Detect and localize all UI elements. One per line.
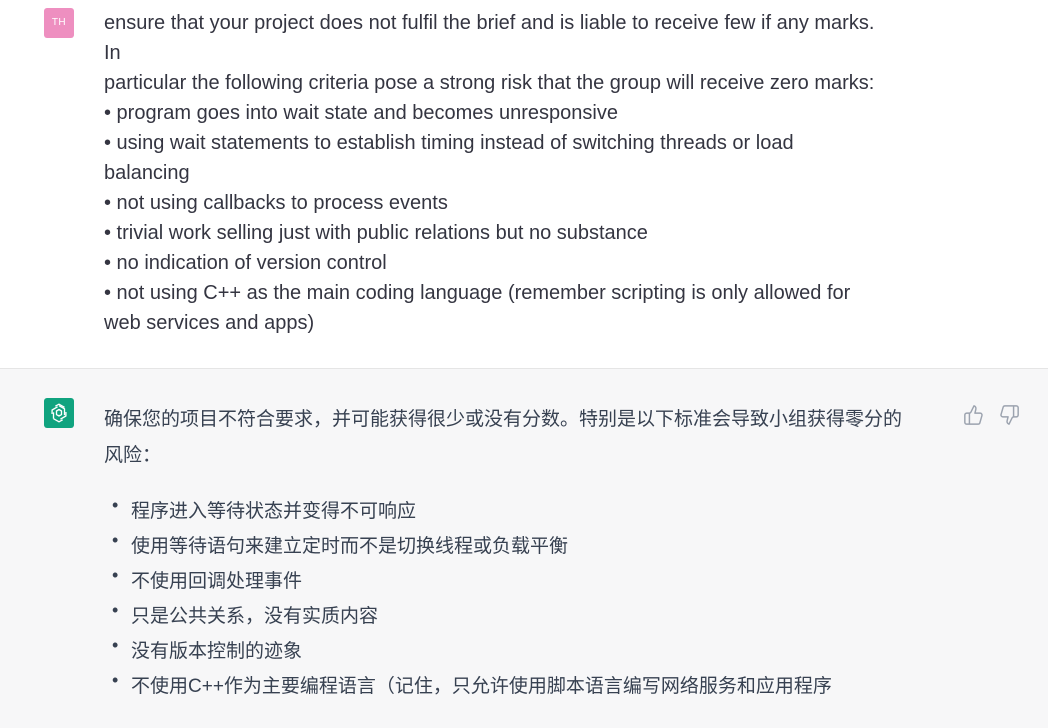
list-item-text: 没有版本控制的迹象 <box>131 641 303 662</box>
thumbs-down-icon[interactable] <box>998 404 1020 426</box>
user-avatar: TH <box>44 8 74 38</box>
thumbs-up-icon[interactable] <box>963 404 985 426</box>
user-line: • program goes into wait state and becom… <box>104 102 618 124</box>
openai-logo-icon <box>44 398 74 428</box>
user-line: • not using callbacks to process events <box>104 192 448 214</box>
user-line: particular the following criteria pose a… <box>104 72 875 94</box>
assistant-intro: 确保您的项目不符合要求，并可能获得很少或没有分数。特别是以下标准会导致小组获得零… <box>104 402 954 474</box>
bullet-icon: • <box>112 635 119 655</box>
user-line: • no indication of version control <box>104 252 387 274</box>
list-item: • 程序进入等待状态并变得不可响应 <box>104 494 832 529</box>
bullet-icon: • <box>112 670 119 690</box>
bullet-icon: • <box>112 600 119 620</box>
user-message: TH ensure that your project does not ful… <box>0 0 1048 369</box>
user-message-text: ensure that your project does not fulfil… <box>104 8 954 338</box>
list-item-text: 使用等待语句来建立定时而不是切换线程或负载平衡 <box>131 536 569 557</box>
list-item: • 只是公共关系，没有实质内容 <box>104 599 832 634</box>
assistant-message: 确保您的项目不符合要求，并可能获得很少或没有分数。特别是以下标准会导致小组获得零… <box>0 369 1048 728</box>
list-item: • 不使用C++作为主要编程语言（记住，只允许使用脚本语言编写网络服务和应用程序 <box>104 669 832 704</box>
assistant-intro-line: 确保您的项目不符合要求，并可能获得很少或没有分数。特别是以下标准会导致小组获得零… <box>104 409 903 430</box>
bullet-icon: • <box>112 530 119 550</box>
user-line: web services and apps) <box>104 312 315 334</box>
bullet-icon: • <box>112 565 119 585</box>
bullet-icon: • <box>112 495 119 515</box>
user-line: ensure that your project does not fulfil… <box>104 12 875 34</box>
user-line: • trivial work selling just with public … <box>104 222 648 244</box>
list-item-text: 不使用回调处理事件 <box>131 571 303 592</box>
user-line: • using wait statements to establish tim… <box>104 132 794 154</box>
user-line: • not using C++ as the main coding langu… <box>104 282 851 304</box>
list-item: • 不使用回调处理事件 <box>104 564 832 599</box>
list-item-text: 只是公共关系，没有实质内容 <box>131 606 379 627</box>
list-item-text: 不使用C++作为主要编程语言（记住，只允许使用脚本语言编写网络服务和应用程序 <box>131 676 832 697</box>
list-item-text: 程序进入等待状态并变得不可响应 <box>131 501 417 522</box>
list-item: • 没有版本控制的迹象 <box>104 634 832 669</box>
user-line: In <box>104 42 121 64</box>
assistant-intro-line: 风险： <box>104 445 162 466</box>
list-item: • 使用等待语句来建立定时而不是切换线程或负载平衡 <box>104 529 832 564</box>
assistant-bullet-list: • 程序进入等待状态并变得不可响应 • 使用等待语句来建立定时而不是切换线程或负载平… <box>104 494 832 704</box>
user-line: balancing <box>104 162 190 184</box>
